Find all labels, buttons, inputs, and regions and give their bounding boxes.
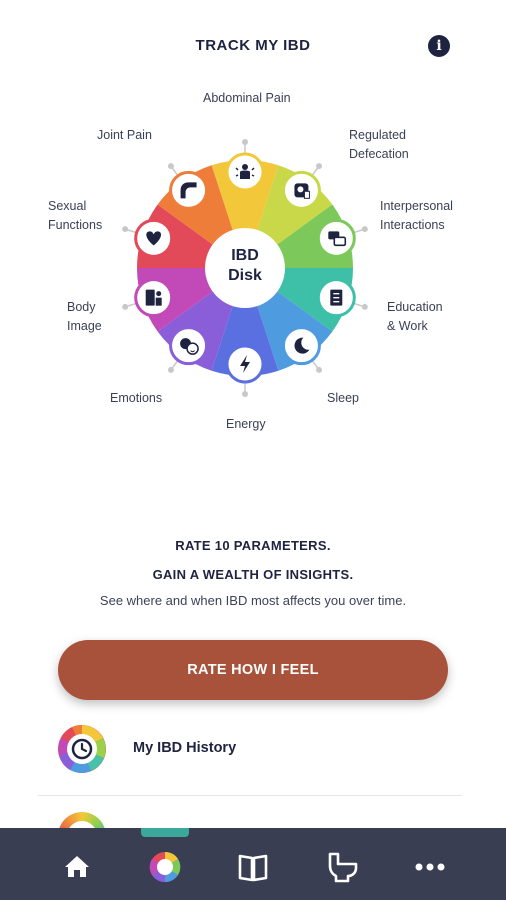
- connector-dot-energy: [242, 391, 248, 397]
- chat-bubbles-icon[interactable]: [316, 218, 356, 258]
- emotions-icon[interactable]: [169, 326, 209, 366]
- label-education-2: & Work: [387, 319, 428, 333]
- intro-headline-2: GAIN A WEALTH OF INSIGHTS.: [152, 567, 354, 582]
- intro-subtext: See where and when IBD most affects you …: [99, 593, 407, 608]
- document-icon[interactable]: [316, 278, 356, 318]
- label-education-1: Education: [387, 300, 443, 314]
- lightning-icon[interactable]: [225, 344, 265, 384]
- tab-more[interactable]: [400, 828, 460, 900]
- divider: [38, 795, 462, 796]
- label-regulated-defecation-2: Defecation: [349, 147, 409, 161]
- joint-icon[interactable]: [169, 170, 209, 210]
- label-joint-pain: Joint Pain: [97, 128, 152, 142]
- label-regulated-defecation-1: Regulated: [349, 128, 406, 142]
- connector-dot-joint-pain: [167, 163, 174, 170]
- connector-dot-regulated-defecation: [316, 163, 323, 170]
- tab-toilet[interactable]: [312, 828, 372, 900]
- connector-dot-sexual-functions: [122, 226, 129, 233]
- abdominal-pain-icon[interactable]: [225, 152, 265, 192]
- tab-disk[interactable]: [135, 828, 195, 900]
- mirror-icon[interactable]: [134, 278, 174, 318]
- connector-dot-emotions: [167, 366, 174, 373]
- info-icon[interactable]: i: [428, 35, 450, 57]
- more-icon: [415, 863, 445, 871]
- connector-dot-sleep: [316, 366, 323, 373]
- book-icon: [238, 854, 268, 882]
- label-sexual-functions-1: Sexual: [48, 199, 87, 213]
- label-sexual-functions-2: Functions: [48, 218, 103, 232]
- clock-icon: [58, 725, 106, 773]
- intro-headline-1: RATE 10 PARAMETERS.: [175, 538, 331, 553]
- tab-home[interactable]: [47, 828, 107, 900]
- heart-icon[interactable]: [134, 218, 174, 258]
- connector-dot-education-work: [361, 303, 368, 310]
- disk-center-line2: Disk: [228, 267, 262, 284]
- label-body-image-1: Body: [67, 300, 96, 314]
- label-body-image-2: Image: [67, 319, 102, 333]
- history-label: My IBD History: [133, 740, 237, 756]
- moon-icon[interactable]: [281, 326, 321, 366]
- header: TRACK MY IBD i: [0, 0, 506, 90]
- connector-dot-interpersonal: [361, 226, 368, 233]
- label-sleep: Sleep: [327, 391, 359, 405]
- toilet-icon: [328, 852, 358, 883]
- label-energy: Energy: [226, 417, 266, 431]
- connector-dot-body-image: [122, 303, 129, 310]
- home-icon: [65, 856, 89, 877]
- label-interpersonal-2: Interactions: [380, 218, 445, 232]
- toilet-roll-icon[interactable]: [281, 170, 321, 210]
- tab-learn[interactable]: [223, 828, 283, 900]
- label-abdominal-pain: Abdominal Pain: [203, 91, 291, 105]
- history-list-item[interactable]: My IBD History: [38, 720, 462, 794]
- disk-center-line1: IBD: [231, 247, 259, 264]
- label-interpersonal-1: Interpersonal: [380, 199, 453, 213]
- ibd-disk: IBD Disk: [122, 139, 368, 397]
- rate-how-i-feel-button[interactable]: RATE HOW I FEEL: [58, 640, 448, 700]
- label-emotions: Emotions: [110, 391, 163, 405]
- connector-dot-abdominal-pain: [242, 139, 248, 145]
- disk-icon: [149, 851, 181, 883]
